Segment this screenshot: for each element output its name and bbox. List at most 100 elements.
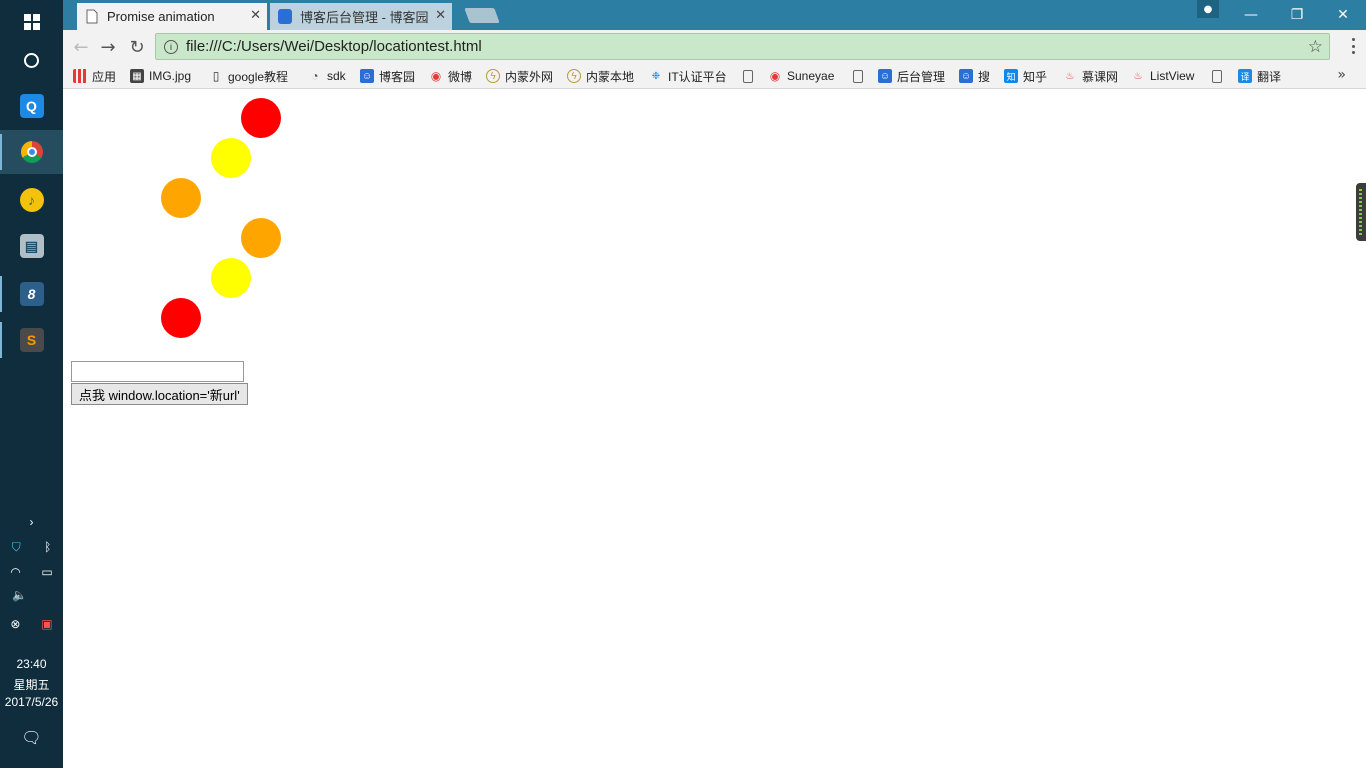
side-panel-handle[interactable] xyxy=(1356,183,1366,241)
shield-icon[interactable]: ⛉ xyxy=(12,540,21,560)
tray-icons-row-3: ⊗ ▣ xyxy=(0,617,63,637)
bookmark-neimeng-local[interactable]: ϟ 内蒙本地 xyxy=(567,67,634,85)
bookmark-apps[interactable]: 应用 xyxy=(73,67,116,85)
lightning-icon: ϟ xyxy=(486,69,500,83)
reload-button[interactable]: ↻ xyxy=(125,35,149,59)
cnblogs-icon: ☺ xyxy=(878,69,892,83)
bookmarks-overflow-button[interactable]: » xyxy=(1337,67,1346,83)
bookmark-search[interactable]: ☺ 搜 xyxy=(959,67,990,85)
tab-cnblogs-admin[interactable]: 博客后台管理 - 博客园 ✕ xyxy=(270,3,452,30)
close-circle-icon[interactable]: ⊗ xyxy=(10,617,20,637)
apps-grid-icon xyxy=(73,69,87,83)
taskbar-app-remote-desktop[interactable]: ▤ xyxy=(0,224,63,268)
profile-button[interactable]: ● xyxy=(1197,0,1219,18)
bookmark-page-1[interactable] xyxy=(743,67,758,85)
back-button[interactable]: ← xyxy=(69,35,93,59)
bookmark-imooc[interactable]: ♨ 慕课网 xyxy=(1063,67,1119,85)
bluetooth-icon[interactable]: ᛒ xyxy=(44,540,51,560)
new-tab-button[interactable] xyxy=(464,8,500,23)
page-viewport: 点我 window.location='新url' xyxy=(63,90,1366,768)
double-chevron-right-icon: » xyxy=(1337,67,1346,83)
cortana-icon xyxy=(24,52,39,68)
address-bar[interactable]: i file:///C:/Users/Wei/Desktop/locationt… xyxy=(155,33,1330,60)
action-center-button[interactable]: 🗨 xyxy=(0,728,63,750)
bookmark-translate[interactable]: 译 翻译 xyxy=(1238,67,1281,85)
wifi-icon[interactable]: ◠ xyxy=(10,565,20,585)
bookmark-page-3[interactable] xyxy=(1212,67,1227,85)
star-icon[interactable]: ☆ xyxy=(1308,37,1323,57)
minimize-button[interactable]: — xyxy=(1228,0,1274,30)
taskbar-app-editor[interactable]: 8 xyxy=(0,272,63,316)
flame-icon: ♨ xyxy=(1133,70,1143,82)
clock-day[interactable]: 星期五 xyxy=(0,676,63,693)
baidu-paw-icon[interactable]: ▣ xyxy=(41,617,52,637)
bookmark-label: 应用 xyxy=(92,69,117,84)
sdk-icon: ◔ xyxy=(311,69,319,83)
weibo-icon: ◉ xyxy=(430,69,442,83)
window-controls: — ❐ ✕ xyxy=(1228,0,1366,30)
cortana-button[interactable] xyxy=(0,38,63,82)
bookmark-label: 慕课网 xyxy=(1082,69,1119,84)
clock-date[interactable]: 2017/5/26 xyxy=(0,695,63,709)
show-hidden-icons-button[interactable]: › xyxy=(0,515,63,535)
bookmark-listview[interactable]: ♨ ListView xyxy=(1131,67,1195,85)
cnblogs-icon xyxy=(278,9,292,24)
volume-button[interactable]: 🔈 xyxy=(0,588,63,608)
battery-icon[interactable]: ▭ xyxy=(41,565,52,585)
person-icon: ● xyxy=(1203,3,1213,15)
bookmark-zhihu[interactable]: 知 知乎 xyxy=(1004,67,1047,85)
weibo-icon: ◉ xyxy=(769,69,781,83)
bookmark-weibo[interactable]: ◉ 微博 xyxy=(429,67,472,85)
qq-app-icon: Q xyxy=(19,94,44,118)
tab-promise-animation[interactable]: Promise animation ✕ xyxy=(77,3,267,30)
bookmark-google-tutorial[interactable]: ▯ google教程 xyxy=(209,67,288,85)
music-app-icon: ♪ xyxy=(19,188,44,212)
bookmark-suneyae[interactable]: ◉ Suneyae xyxy=(768,67,835,85)
notification-icon: 🗨 xyxy=(21,730,42,747)
close-window-button[interactable]: ✕ xyxy=(1320,0,1366,30)
minimize-icon: — xyxy=(1244,7,1258,23)
bookmark-it-cert[interactable]: ❉ IT认证平台 xyxy=(649,67,727,85)
editor-app-icon: 8 xyxy=(19,282,44,306)
bookmark-page-2[interactable] xyxy=(853,67,868,85)
image-icon: ▦ xyxy=(130,69,144,83)
bookmark-label: 微博 xyxy=(448,69,473,84)
bookmark-admin[interactable]: ☺ 后台管理 xyxy=(878,67,945,85)
bookmark-img[interactable]: ▦ IMG.jpg xyxy=(130,67,191,85)
menu-icon[interactable] xyxy=(1352,38,1356,54)
bookmark-sdk[interactable]: ◔ sdk xyxy=(308,67,345,85)
location-button[interactable]: 点我 window.location='新url' xyxy=(71,383,248,405)
info-icon[interactable]: i xyxy=(164,39,178,54)
arrow-right-icon: → xyxy=(100,36,116,58)
close-icon[interactable]: ✕ xyxy=(250,7,261,23)
bookmark-cnblogs[interactable]: ☺ 博客园 xyxy=(360,67,415,85)
tab-label: 博客后台管理 - 博客园 xyxy=(300,10,429,25)
bookmark-label: ListView xyxy=(1150,69,1195,83)
book-icon: ▯ xyxy=(212,69,220,83)
ball-5 xyxy=(211,258,251,298)
bookmark-label: google教程 xyxy=(228,69,289,84)
clock-time[interactable]: 23:40 xyxy=(0,657,63,671)
flame-icon: ♨ xyxy=(1065,70,1075,82)
tab-label: Promise animation xyxy=(107,9,215,24)
url-text[interactable]: file:///C:/Users/Wei/Desktop/locationtes… xyxy=(186,38,482,55)
taskbar-app-music[interactable]: ♪ xyxy=(0,178,63,222)
cnblogs-icon: ☺ xyxy=(959,69,973,83)
close-icon[interactable]: ✕ xyxy=(435,7,446,23)
taskbar-app-sublime[interactable]: S xyxy=(0,318,63,362)
taskbar-app-qq[interactable]: Q xyxy=(0,84,63,128)
page-icon xyxy=(743,69,753,83)
bookmark-label: 后台管理 xyxy=(897,69,946,84)
windows-logo-icon xyxy=(23,14,40,30)
restore-button[interactable]: ❐ xyxy=(1274,0,1320,30)
text-input[interactable] xyxy=(71,361,244,382)
bookmark-label: 内蒙本地 xyxy=(586,69,635,84)
close-icon: ✕ xyxy=(1337,7,1349,23)
bookmarks-bar: 应用 ▦ IMG.jpg ▯ google教程 ◔ sdk ☺ 博客园 ◉ 微博… xyxy=(63,63,1366,89)
bookmark-label: 博客园 xyxy=(379,69,416,84)
bookmark-neimeng-external[interactable]: ϟ 内蒙外网 xyxy=(486,67,553,85)
taskbar-app-chrome[interactable] xyxy=(0,130,63,174)
tray-icons-row-2: ◠ ▭ xyxy=(0,565,63,585)
forward-button[interactable]: → xyxy=(96,35,120,59)
bookmark-label: IMG.jpg xyxy=(149,69,192,83)
